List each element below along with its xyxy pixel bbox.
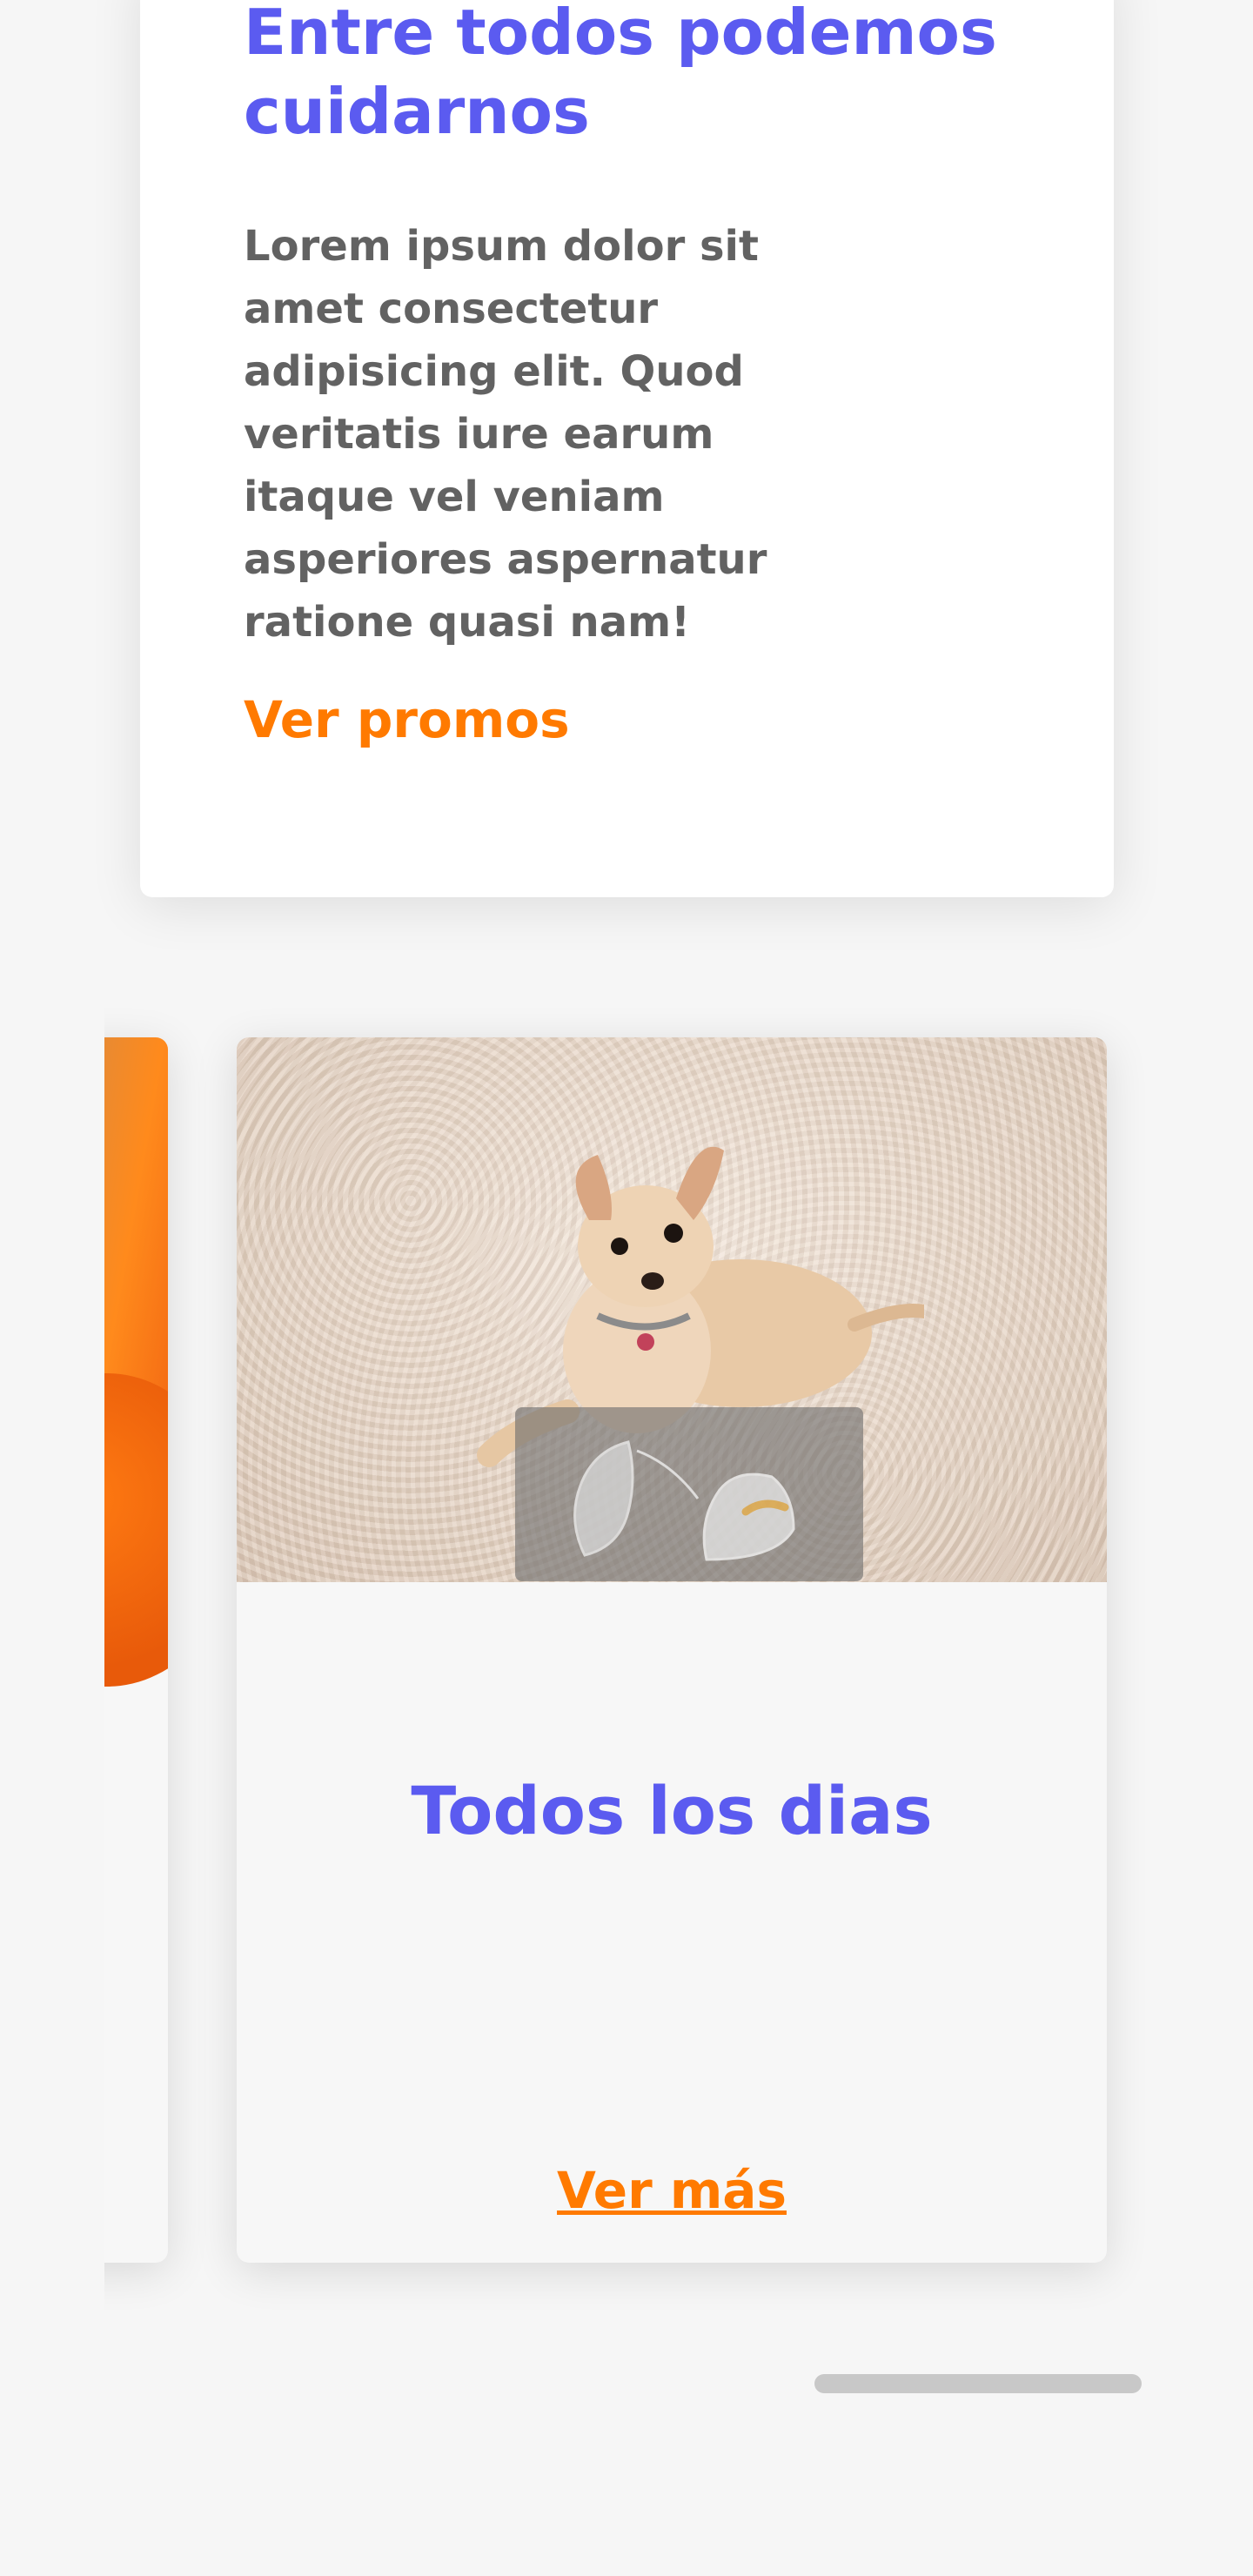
carousel-card-todos-los-dias[interactable]: Todos los dias Ver más [237,1037,1107,2263]
carousel-card-previous[interactable] [104,1037,168,2263]
sneakers-image [573,1440,795,1561]
orange-abstract-image [104,1037,168,1687]
product-carousel[interactable]: Todos los dias Ver más [104,975,1149,2332]
promo-title: Entre todos podemos cuidarnos [244,0,997,148]
card-title: Todos los dias [411,1772,933,1849]
carousel-scrollbar[interactable] [814,2374,1142,2393]
ver-promos-link[interactable]: Ver promos [244,689,570,750]
promo-description: Lorem ipsum dolor sit amet consectetur a… [244,222,767,647]
sneakers-overlay [515,1407,863,1581]
ver-mas-link[interactable]: Ver más [237,2160,1107,2221]
promo-card: Entre todos podemos cuidarnos Lorem ipsu… [140,0,1114,897]
chihuahua-photo [237,1037,1107,1582]
